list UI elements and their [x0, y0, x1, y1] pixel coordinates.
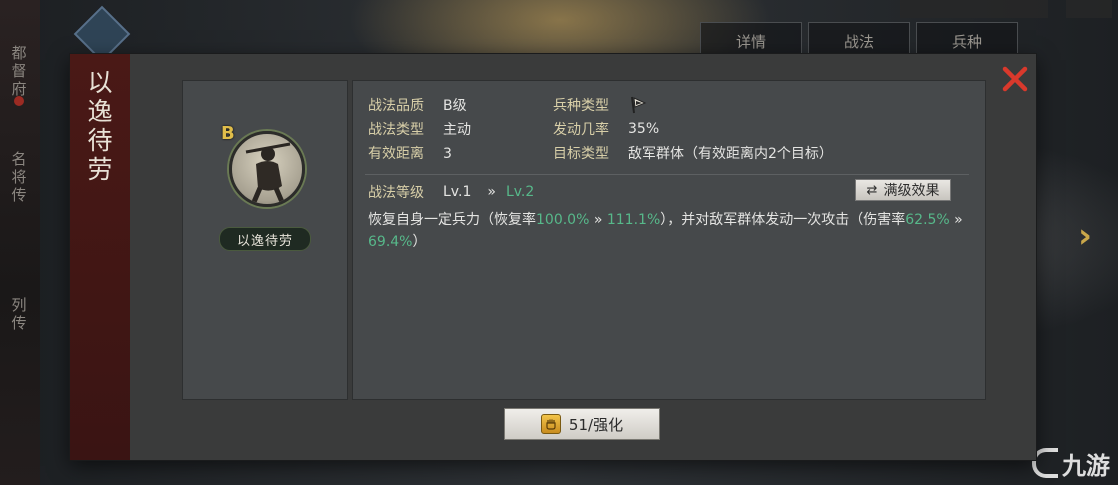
range-label: 有效距离: [368, 146, 424, 162]
target-type-label: 目标类型: [553, 146, 609, 162]
site-watermark: 九游: [1032, 446, 1110, 480]
rail-item-label[interactable]: 都督府: [10, 44, 28, 98]
level-arrow-icon: »: [487, 184, 496, 200]
next-level: Lv.2: [505, 184, 535, 200]
skill-type-value: 主动: [443, 122, 471, 138]
grade-letter: B: [221, 123, 235, 144]
warrior-portrait-icon: [229, 131, 305, 207]
desc-arrow: »: [589, 212, 607, 228]
troop-type-label: 兵种类型: [553, 98, 609, 114]
current-level: Lv.1: [443, 184, 472, 200]
top-right-button-2[interactable]: [1066, 0, 1112, 18]
cavalry-flag-icon: [631, 96, 647, 114]
skill-description: 恢复自身一定兵力（恢复率100.0% » 111.1%），并对敌军群体发动一次攻…: [368, 209, 968, 253]
level-label: 战法等级: [368, 185, 424, 201]
rail-item-label[interactable]: 列传: [10, 296, 28, 332]
close-button[interactable]: [1000, 64, 1030, 94]
skill-attributes: 战法品质 B级 兵种类型 战法类型 主动 发动几率 35% 有效距离 3 目标类…: [368, 93, 833, 165]
enhance-button[interactable]: 51/强化: [504, 408, 660, 440]
swap-arrows-icon: ⇄: [866, 182, 878, 198]
section-divider: [365, 174, 969, 175]
quality-label: 战法品质: [368, 98, 424, 114]
rail-item-label[interactable]: 名将传: [10, 150, 28, 204]
target-type-value: 敌军群体（有效距离内2个目标）: [628, 146, 833, 162]
skill-name-plate: 以逸待劳: [219, 227, 311, 251]
watermark-text: 九游: [1062, 451, 1110, 480]
desc-value: 69.4%: [368, 234, 413, 250]
quality-value: B级: [443, 98, 467, 114]
desc-text: ）: [412, 234, 427, 250]
skill-icon-panel: B 以逸待劳: [182, 80, 348, 400]
enhance-fist-icon: [540, 414, 561, 434]
next-page-arrow-icon[interactable]: ›: [1078, 216, 1092, 256]
max-level-effect-label: 满级效果: [883, 183, 940, 199]
trigger-rate-label: 发动几率: [553, 122, 609, 138]
left-nav-rail: 都督府 名将传 列传: [0, 0, 40, 485]
modal-title: 以逸待劳: [87, 68, 113, 184]
desc-value: 62.5%: [905, 212, 950, 228]
trigger-rate-value: 35%: [628, 121, 660, 137]
desc-value: 100.0%: [536, 212, 590, 228]
desc-arrow: »: [949, 212, 963, 228]
range-value: 3: [443, 146, 452, 162]
close-icon: [1002, 66, 1028, 92]
notification-dot: [14, 96, 24, 106]
top-right-button[interactable]: [900, 0, 1048, 18]
desc-text: 恢复自身一定兵力（恢复率: [368, 212, 536, 228]
enhance-label: 51/强化: [568, 415, 624, 434]
desc-text: ），并对敌军群体发动一次攻击（伤害率: [660, 212, 906, 228]
skill-type-label: 战法类型: [368, 122, 424, 138]
skill-avatar: B: [221, 123, 305, 207]
title-banner: 以逸待劳: [70, 54, 130, 460]
skill-detail-modal: 以逸待劳 B 以逸待劳 战法品质 B级 兵种类型 战法类型 主动 发动几率 35…: [70, 54, 1036, 460]
desc-value: 111.1%: [606, 212, 661, 228]
skill-info-panel: 战法品质 B级 兵种类型 战法类型 主动 发动几率 35% 有效距离 3 目标类…: [352, 80, 986, 400]
max-level-effect-button[interactable]: ⇄ 满级效果: [855, 179, 951, 201]
